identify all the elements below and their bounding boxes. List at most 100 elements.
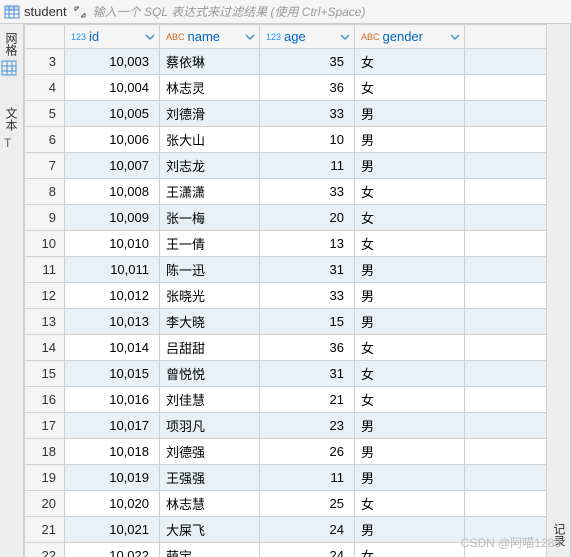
cell-age[interactable]: 25 (260, 491, 355, 517)
cell-gender[interactable]: 女 (355, 361, 465, 387)
cell-name[interactable]: 王一倩 (160, 231, 260, 257)
cell-age[interactable]: 36 (260, 335, 355, 361)
cell-id[interactable]: 10,007 (65, 153, 160, 179)
cell-gender[interactable]: 男 (355, 517, 465, 543)
cell-id[interactable]: 10,004 (65, 75, 160, 101)
cell-gender[interactable]: 男 (355, 309, 465, 335)
cell-id[interactable]: 10,006 (65, 127, 160, 153)
cell-age[interactable]: 31 (260, 257, 355, 283)
cell-gender[interactable]: 女 (355, 49, 465, 75)
cell-age[interactable]: 23 (260, 413, 355, 439)
filter-hint[interactable]: 输入一个 SQL 表达式来过滤结果 (使用 Ctrl+Space) (93, 3, 366, 20)
cell-id[interactable]: 10,014 (65, 335, 160, 361)
cell-id[interactable]: 10,015 (65, 361, 160, 387)
row-number[interactable]: 9 (25, 205, 65, 231)
cell-name[interactable]: 项羽凡 (160, 413, 260, 439)
cell-name[interactable]: 王潇潇 (160, 179, 260, 205)
row-number[interactable]: 18 (25, 439, 65, 465)
cell-age[interactable]: 24 (260, 517, 355, 543)
row-number[interactable]: 12 (25, 283, 65, 309)
cell-id[interactable]: 10,009 (65, 205, 160, 231)
cell-gender[interactable]: 女 (355, 335, 465, 361)
table-row[interactable]: 1810,018刘德强26男 (25, 439, 547, 465)
cell-age[interactable]: 10 (260, 127, 355, 153)
cell-id[interactable]: 10,010 (65, 231, 160, 257)
cell-name[interactable]: 刘志龙 (160, 153, 260, 179)
row-number[interactable]: 10 (25, 231, 65, 257)
row-number[interactable]: 8 (25, 179, 65, 205)
cell-id[interactable]: 10,021 (65, 517, 160, 543)
cell-age[interactable]: 31 (260, 361, 355, 387)
column-header-gender[interactable]: ABCgender (355, 25, 465, 49)
cell-name[interactable]: 王强强 (160, 465, 260, 491)
cell-name[interactable]: 陈一迅 (160, 257, 260, 283)
table-row[interactable]: 1710,017项羽凡23男 (25, 413, 547, 439)
row-number[interactable]: 20 (25, 491, 65, 517)
cell-age[interactable]: 33 (260, 101, 355, 127)
cell-gender[interactable]: 女 (355, 543, 465, 557)
cell-id[interactable]: 10,019 (65, 465, 160, 491)
table-row[interactable]: 310,003蔡依琳35女 (25, 49, 547, 75)
row-number[interactable]: 11 (25, 257, 65, 283)
row-number[interactable]: 5 (25, 101, 65, 127)
table-row[interactable]: 1010,010王一倩13女 (25, 231, 547, 257)
cell-gender[interactable]: 男 (355, 127, 465, 153)
cell-id[interactable]: 10,011 (65, 257, 160, 283)
chevron-down-icon[interactable] (145, 32, 155, 42)
cell-gender[interactable]: 女 (355, 75, 465, 101)
row-number[interactable]: 17 (25, 413, 65, 439)
cell-name[interactable]: 刘佳慧 (160, 387, 260, 413)
cell-name[interactable]: 李大晓 (160, 309, 260, 335)
cell-id[interactable]: 10,018 (65, 439, 160, 465)
chevron-down-icon[interactable] (450, 32, 460, 42)
cell-gender[interactable]: 男 (355, 101, 465, 127)
cell-gender[interactable]: 女 (355, 231, 465, 257)
corner-cell[interactable] (25, 25, 65, 49)
table-row[interactable]: 1610,016刘佳慧21女 (25, 387, 547, 413)
cell-age[interactable]: 33 (260, 179, 355, 205)
cell-gender[interactable]: 女 (355, 387, 465, 413)
expand-icon[interactable] (73, 5, 87, 19)
row-number[interactable]: 14 (25, 335, 65, 361)
table-row[interactable]: 1210,012张晓光33男 (25, 283, 547, 309)
cell-gender[interactable]: 男 (355, 153, 465, 179)
cell-name[interactable]: 蔡依琳 (160, 49, 260, 75)
cell-age[interactable]: 11 (260, 465, 355, 491)
cell-gender[interactable]: 男 (355, 257, 465, 283)
cell-name[interactable]: 大屎飞 (160, 517, 260, 543)
cell-name[interactable]: 张一梅 (160, 205, 260, 231)
cell-name[interactable]: 张大山 (160, 127, 260, 153)
column-header-name[interactable]: ABCname (160, 25, 260, 49)
row-number[interactable]: 13 (25, 309, 65, 335)
cell-name[interactable]: 刘德强 (160, 439, 260, 465)
row-number[interactable]: 4 (25, 75, 65, 101)
table-row[interactable]: 710,007刘志龙11男 (25, 153, 547, 179)
cell-age[interactable]: 21 (260, 387, 355, 413)
chevron-down-icon[interactable] (340, 32, 350, 42)
cell-name[interactable]: 萌宝 (160, 543, 260, 557)
cell-id[interactable]: 10,005 (65, 101, 160, 127)
cell-name[interactable]: 张晓光 (160, 283, 260, 309)
row-number[interactable]: 16 (25, 387, 65, 413)
chevron-down-icon[interactable] (245, 32, 255, 42)
table-row[interactable]: 1510,015曾悦悦31女 (25, 361, 547, 387)
cell-id[interactable]: 10,022 (65, 543, 160, 557)
table-row[interactable]: 1910,019王强强11男 (25, 465, 547, 491)
cell-id[interactable]: 10,016 (65, 387, 160, 413)
cell-gender[interactable]: 女 (355, 491, 465, 517)
cell-id[interactable]: 10,008 (65, 179, 160, 205)
cell-gender[interactable]: 男 (355, 413, 465, 439)
cell-name[interactable]: 林志慧 (160, 491, 260, 517)
column-header-id[interactable]: 123id (65, 25, 160, 49)
row-number[interactable]: 7 (25, 153, 65, 179)
sidebar-tab-text[interactable]: 文本 T (1, 103, 22, 154)
cell-id[interactable]: 10,020 (65, 491, 160, 517)
cell-id[interactable]: 10,012 (65, 283, 160, 309)
row-number[interactable]: 22 (25, 543, 65, 557)
row-number[interactable]: 15 (25, 361, 65, 387)
row-number[interactable]: 6 (25, 127, 65, 153)
cell-age[interactable]: 11 (260, 153, 355, 179)
cell-age[interactable]: 36 (260, 75, 355, 101)
table-row[interactable]: 610,006张大山10男 (25, 127, 547, 153)
row-number[interactable]: 21 (25, 517, 65, 543)
